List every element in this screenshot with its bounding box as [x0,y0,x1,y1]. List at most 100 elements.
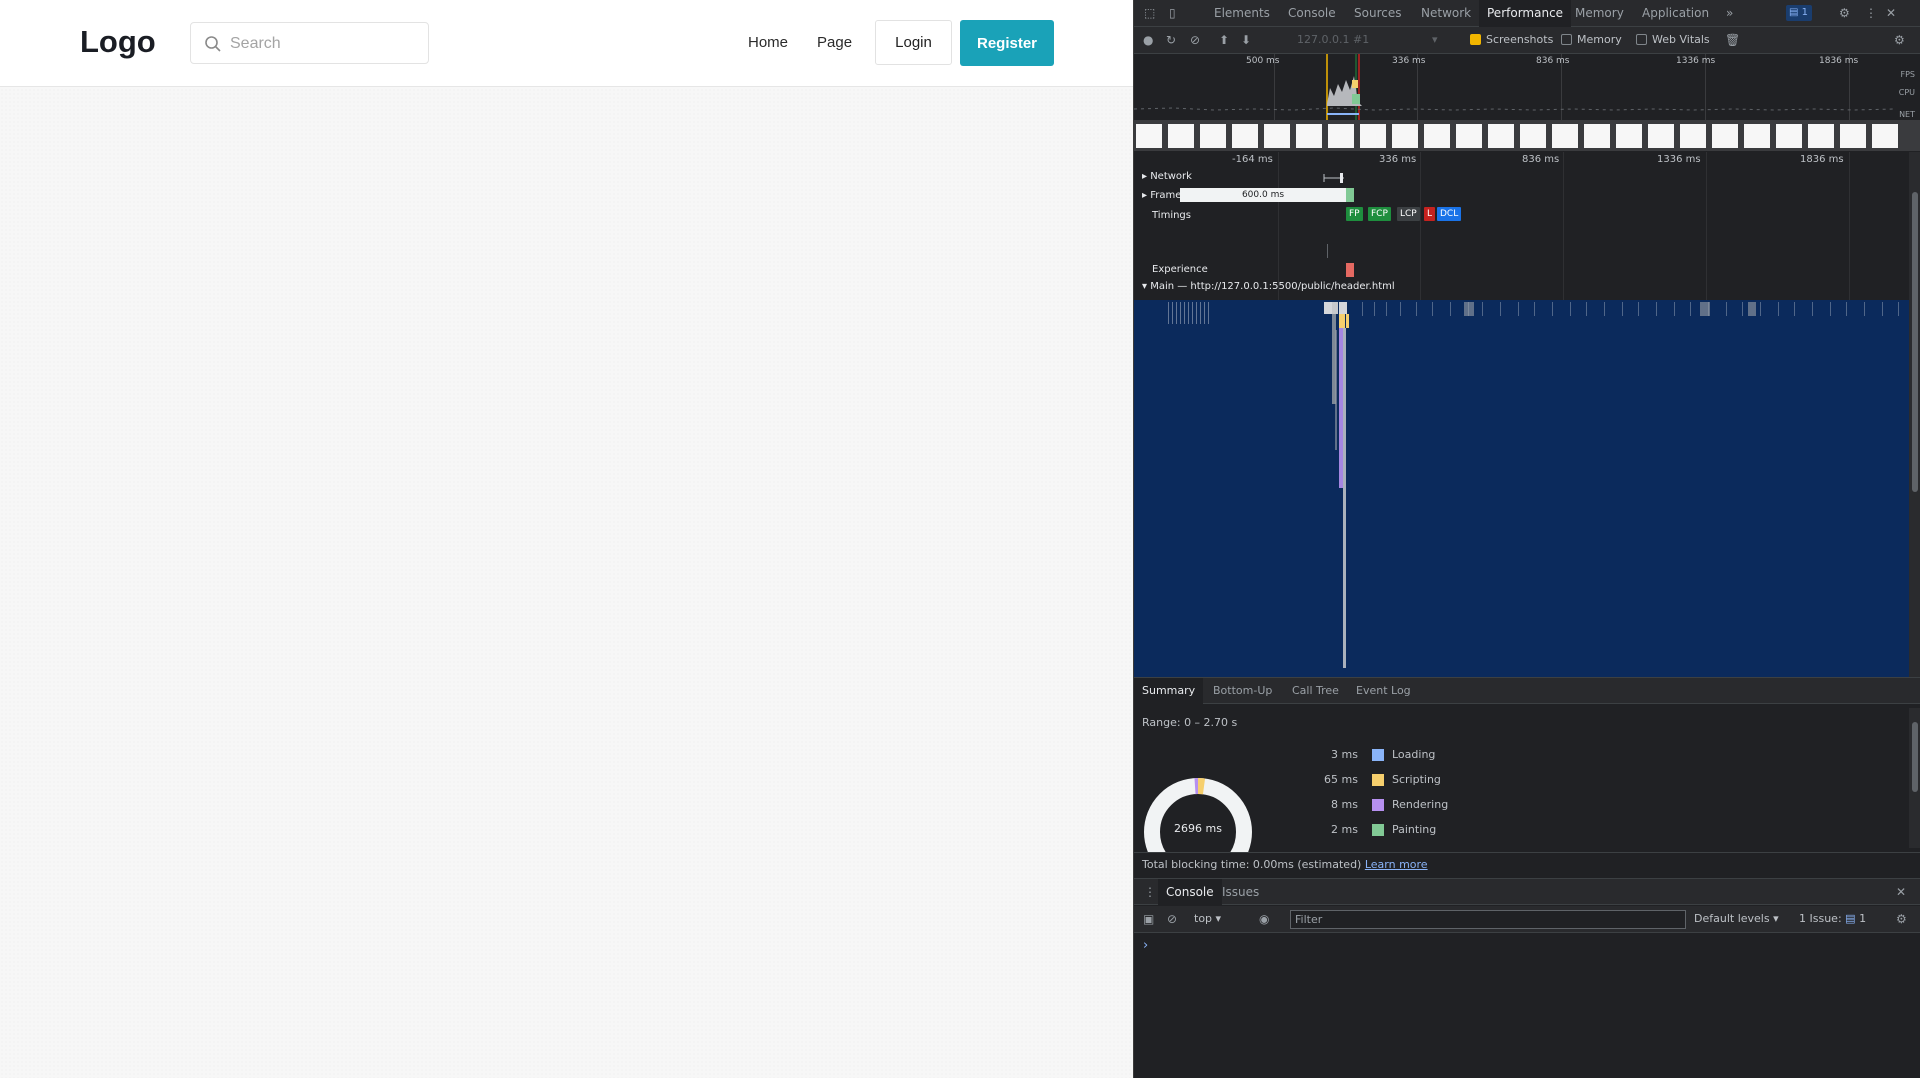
clear-console-icon[interactable]: ⊘ [1167,912,1177,926]
filmstrip-frame [1808,124,1834,148]
more-tabs-icon[interactable]: » [1726,0,1733,27]
filmstrip-frame [1136,124,1162,148]
console-settings-icon[interactable]: ⚙ [1896,912,1907,926]
reload-record-icon[interactable]: ↻ [1166,33,1176,47]
total-blocking-time: Total blocking time: 0.00ms (estimated) … [1134,852,1920,876]
filmstrip-frame [1392,124,1418,148]
console-sidebar-icon[interactable]: ▣ [1143,912,1154,926]
web-vitals-checkbox[interactable] [1636,34,1647,45]
main-thread-flame-area[interactable] [1134,300,1909,677]
web-page: Logo Home Page Login Register [0,0,1133,1078]
timeline-tick: 836 ms [1522,154,1560,165]
memory-checkbox[interactable] [1561,34,1572,45]
timing-fcp[interactable]: FCP [1368,207,1391,221]
summary-scrollbar-thumb[interactable] [1912,722,1918,792]
main-thread-track[interactable]: ▾ Main — http://127.0.0.1:5500/public/he… [1142,281,1395,292]
filmstrip-frame [1584,124,1610,148]
network-track-label: Network [1150,171,1192,182]
nav-page[interactable]: Page [817,34,852,51]
tab-performance[interactable]: Performance [1479,0,1572,27]
close-devtools-icon[interactable]: ✕ [1886,6,1896,20]
summary-row-loading: 3 ms Loading [1264,748,1464,764]
context-select[interactable]: top ▾ [1194,912,1221,925]
frame-duration-bar[interactable]: 600.0 ms [1180,188,1346,202]
summary-panel: Range: 0 – 2.70 s 2696 ms 3 ms Loading 6… [1134,704,1920,852]
tab-elements[interactable]: Elements [1214,0,1270,27]
issues-counter[interactable]: 1 Issue: ▤ 1 [1799,912,1866,925]
drawer-tab-console[interactable]: Console [1158,879,1222,905]
download-profile-icon[interactable]: ⬇ [1241,33,1251,47]
network-track[interactable]: ▸ Network [1142,171,1192,182]
timeline-tick: 1836 ms [1800,154,1844,165]
filmstrip-frame [1200,124,1226,148]
nav-home[interactable]: Home [748,34,788,51]
live-expression-eye-icon[interactable]: ◉ [1259,912,1269,926]
close-drawer-icon[interactable]: ✕ [1896,885,1906,899]
tab-bottom-up[interactable]: Bottom-Up [1213,678,1272,704]
issues-count: 1 [1801,7,1809,18]
timeline-overview[interactable]: 500 ms 336 ms 836 ms 1336 ms 1836 ms FPS… [1134,54,1920,152]
filmstrip-frame [1872,124,1898,148]
tab-application[interactable]: Application [1642,0,1709,27]
summary-total: 2696 ms [1174,822,1222,835]
screenshot-filmstrip[interactable] [1134,120,1920,151]
timing-lcp[interactable]: LCP [1397,207,1420,221]
frame-marker [1346,188,1354,202]
drawer-tab-issues[interactable]: Issues [1222,879,1259,905]
performance-toolbar: ● ↻ ⊘ ⬆ ⬇ 127.0.0.1 #1 ▾ Screenshots Mem… [1134,27,1920,54]
network-request-bar[interactable] [1322,172,1346,184]
inspect-element-icon[interactable]: ⬚ [1144,6,1155,20]
tab-summary[interactable]: Summary [1134,678,1204,704]
upload-profile-icon[interactable]: ⬆ [1219,33,1229,47]
timeline-tick: -164 ms [1232,154,1273,165]
console-prompt[interactable]: › [1143,938,1148,953]
tab-network[interactable]: Network [1421,0,1471,27]
register-button[interactable]: Register [960,20,1054,66]
layout-shift-marker[interactable] [1346,263,1354,277]
tab-memory[interactable]: Memory [1575,0,1624,27]
timeline-scrollbar-thumb[interactable] [1912,192,1918,492]
learn-more-link[interactable]: Learn more [1365,858,1428,871]
issues-badge[interactable]: ▤ 1 [1786,5,1812,21]
target-select[interactable]: 127.0.0.1 #1 ▾ [1297,33,1457,48]
tab-call-tree[interactable]: Call Tree [1292,678,1339,704]
tab-event-log[interactable]: Event Log [1356,678,1411,704]
summary-scrollbar[interactable] [1909,708,1920,848]
filmstrip-frame [1520,124,1546,148]
rendering-swatch [1372,799,1384,811]
settings-icon[interactable]: ⚙ [1839,6,1850,20]
filmstrip-frame [1648,124,1674,148]
tab-sources[interactable]: Sources [1354,0,1401,27]
summary-range: Range: 0 – 2.70 s [1142,716,1238,729]
search-input[interactable] [230,32,420,56]
trash-icon[interactable]: 🗑 [1725,33,1740,47]
issues-counter-label: 1 Issue: [1799,912,1842,925]
timing-fp[interactable]: FP [1346,207,1363,221]
capture-settings-icon[interactable]: ⚙ [1894,33,1905,47]
tab-console[interactable]: Console [1288,0,1336,27]
scripting-ms: 65 ms [1324,773,1358,786]
log-levels-select[interactable]: Default levels ▾ [1694,912,1779,925]
console-filter-input[interactable] [1290,910,1686,929]
issues-counter-icon: ▤ [1845,912,1856,925]
flame-chart[interactable]: -164 ms 336 ms 836 ms 1336 ms 1836 ms ▸ … [1134,152,1909,677]
timing-dcl[interactable]: DCL [1437,207,1462,221]
login-button[interactable]: Login [875,20,952,65]
timings-track-label: Timings [1152,210,1191,221]
timeline-scrollbar[interactable] [1909,152,1920,677]
screenshots-checkbox[interactable] [1470,34,1481,45]
filmstrip-frame [1616,124,1642,148]
filmstrip-frame [1328,124,1354,148]
summary-row-painting: 2 ms Painting [1264,823,1464,839]
timing-load[interactable]: L [1424,207,1436,221]
console-output[interactable]: › [1134,934,1920,1078]
filmstrip-frame [1456,124,1482,148]
drawer-menu-icon[interactable]: ⋮ [1144,885,1156,899]
clear-icon[interactable]: ⊘ [1190,33,1200,47]
search-box[interactable] [190,22,429,64]
site-logo[interactable]: Logo [80,24,156,60]
more-options-icon[interactable]: ⋮ [1865,6,1877,20]
record-icon[interactable]: ● [1143,33,1153,47]
device-toolbar-icon[interactable]: ▯ [1169,6,1176,20]
main-thread-label: Main — http://127.0.0.1:5500/public/head… [1150,281,1395,292]
